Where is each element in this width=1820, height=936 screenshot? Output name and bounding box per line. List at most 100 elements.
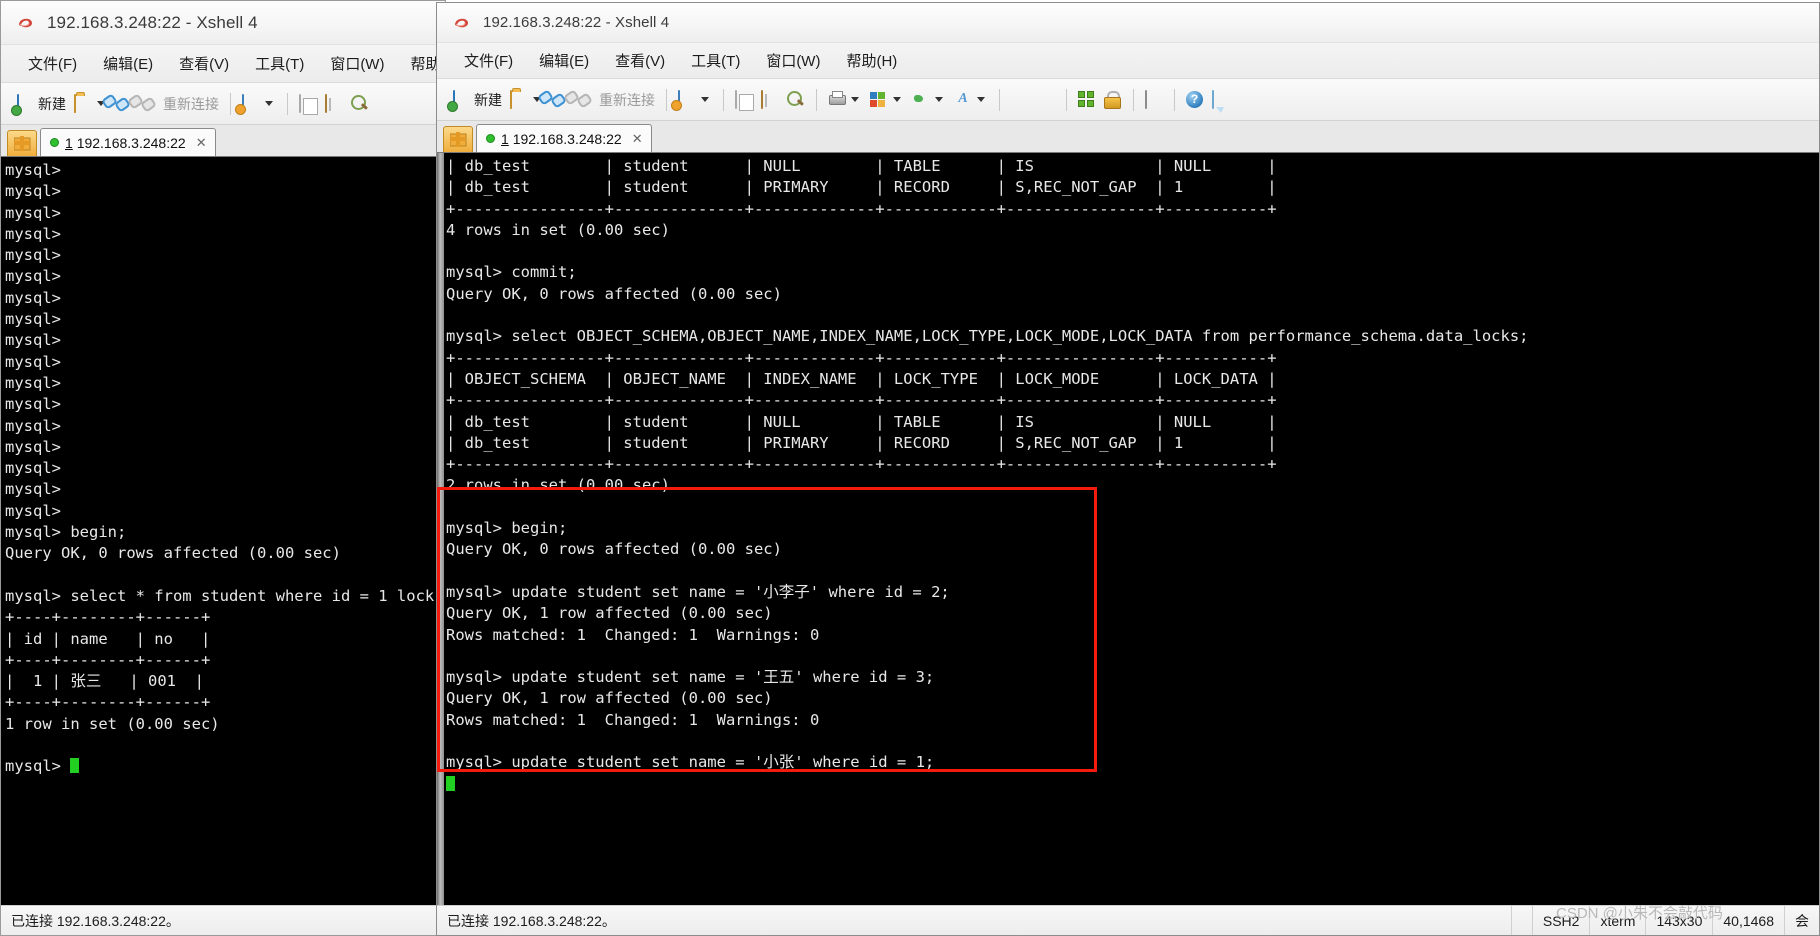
menu-help[interactable]: 帮助(H) — [833, 46, 910, 75]
menu-file[interactable]: 文件(F) — [451, 46, 526, 75]
toolbar-separator — [666, 88, 667, 111]
terminal-line: | db_test | student | NULL | TABLE | IS … — [446, 157, 1277, 175]
terminal-line: +----+--------+------+ — [5, 608, 211, 627]
menu-view[interactable]: 查看(V) — [602, 46, 678, 75]
terminal-line: 4 rows in set (0.00 sec) — [446, 220, 670, 239]
paste-icon — [761, 89, 779, 109]
terminal-line: mysql> — [5, 416, 61, 435]
tabstrip-back[interactable]: 1 192.168.3.248:22 ✕ — [1, 125, 445, 157]
chevron-down-icon[interactable] — [977, 97, 985, 102]
terminal-line: mysql> — [5, 310, 61, 329]
paste-button[interactable] — [757, 88, 783, 112]
menu-window[interactable]: 窗口(W) — [317, 49, 397, 78]
open-xshell-button[interactable] — [1007, 88, 1033, 112]
find-button[interactable] — [783, 88, 809, 112]
chevron-down-icon[interactable] — [893, 97, 901, 102]
terminal-line: Query OK, 0 rows affected (0.00 sec) — [446, 284, 782, 303]
copy-icon — [735, 89, 753, 109]
menu-edit[interactable]: 编辑(E) — [526, 46, 602, 75]
menu-view[interactable]: 查看(V) — [166, 49, 242, 78]
new-tab-button[interactable] — [7, 130, 37, 156]
lock-session-button[interactable] — [1100, 88, 1126, 112]
reconnect-label: 重新连接 — [599, 91, 655, 108]
terminal-line: mysql> — [5, 437, 61, 456]
session-tab-front[interactable]: 1 192.168.3.248:22 ✕ — [476, 124, 652, 152]
open-xftp-button[interactable] — [1033, 88, 1059, 112]
help-button[interactable]: ? — [1182, 88, 1208, 112]
chevron-down-icon[interactable] — [265, 101, 273, 106]
reconnect-button[interactable]: 重新连接 — [574, 87, 659, 113]
terminal-line: mysql> — [5, 373, 61, 392]
close-icon[interactable]: ✕ — [196, 135, 207, 151]
terminal-line: | db_test | student | PRIMARY | RECORD |… — [446, 433, 1277, 452]
connection-status-front: 已连接 192.168.3.248:22。 — [447, 912, 616, 929]
terminal-line: mysql> — [5, 203, 61, 222]
new-session-button[interactable]: 新建 — [13, 91, 70, 117]
terminal-line: +----------------+--------------+-------… — [446, 391, 1277, 410]
terminal-line: +----------------+--------------+-------… — [446, 348, 1277, 367]
terminal-front[interactable]: | db_test | student | NULL | TABLE | IS … — [437, 153, 1819, 905]
terminal-line: mysql> update student set name = '小李子' w… — [446, 582, 950, 601]
terminal-line: mysql> — [5, 480, 61, 499]
find-button[interactable] — [347, 92, 373, 116]
font-icon: A — [958, 90, 968, 106]
terminal-line: Rows matched: 1 Changed: 1 Warnings: 0 — [446, 625, 820, 644]
menu-file[interactable]: 文件(F) — [15, 49, 90, 78]
close-icon[interactable]: ✕ — [632, 131, 643, 147]
menubar-front[interactable]: 文件(F) 编辑(E) 查看(V) 工具(T) 窗口(W) 帮助(H) — [437, 43, 1819, 79]
properties-button[interactable] — [674, 88, 716, 112]
terminal-line: mysql> — [5, 182, 61, 201]
chevron-down-icon[interactable] — [935, 97, 943, 102]
xshell-window-back[interactable]: 192.168.3.248:22 - Xshell 4 文件(F) 编辑(E) … — [0, 0, 446, 936]
toolbar-back[interactable]: 新建 重新连接 — [1, 83, 445, 125]
terminal-line: Query OK, 1 row affected (0.00 sec) — [446, 689, 773, 708]
print-button[interactable] — [824, 88, 866, 112]
terminal-line: mysql> — [5, 459, 61, 478]
compose-bar-button[interactable] — [1141, 88, 1167, 112]
menu-window[interactable]: 窗口(W) — [753, 46, 833, 75]
copy-button[interactable] — [731, 88, 757, 112]
font-button[interactable]: A — [950, 88, 992, 112]
toolbar-separator — [816, 88, 817, 111]
window-title-front: 192.168.3.248:22 - Xshell 4 — [483, 14, 670, 31]
menu-tools[interactable]: 工具(T) — [242, 49, 317, 78]
new-session-button[interactable]: 新建 — [449, 87, 506, 113]
session-tab-back[interactable]: 1 192.168.3.248:22 ✕ — [40, 128, 216, 156]
terminal-line: +----------------+--------------+-------… — [446, 199, 1277, 218]
arrange-windows-button[interactable] — [1074, 88, 1100, 112]
terminal-line: +----------------+--------------+-------… — [446, 455, 1277, 474]
terminal-line: mysql> — [5, 395, 61, 414]
xshell-window-front[interactable]: 192.168.3.248:22 - Xshell 4 文件(F) 编辑(E) … — [436, 2, 1820, 936]
terminal-cursor — [70, 758, 80, 774]
help-circle-icon: ? — [1186, 90, 1204, 109]
color-scheme-button[interactable] — [866, 88, 908, 112]
terminal-line: mysql> — [5, 501, 61, 520]
xshell-logo-icon — [451, 12, 473, 34]
menubar-back[interactable]: 文件(F) 编辑(E) 查看(V) 工具(T) 窗口(W) 帮助(H) — [1, 45, 445, 83]
menu-edit[interactable]: 编辑(E) — [90, 49, 166, 78]
new-tab-button[interactable] — [443, 126, 473, 152]
encoding-button[interactable] — [908, 88, 950, 112]
window-title-back: 192.168.3.248:22 - Xshell 4 — [47, 12, 258, 32]
terminal-line: mysql> — [5, 288, 61, 307]
reconnect-button[interactable]: 重新连接 — [138, 91, 223, 117]
globe-icon — [912, 91, 930, 109]
chevron-down-icon[interactable] — [701, 97, 709, 102]
chevron-down-icon[interactable] — [851, 97, 859, 102]
copy-button[interactable] — [295, 92, 321, 116]
tabstrip-front[interactable]: 1 192.168.3.248:22 ✕ — [437, 121, 1819, 153]
toolbar-separator — [230, 92, 231, 115]
terminal-line: mysql> — [5, 161, 61, 179]
feedback-button[interactable] — [1208, 88, 1234, 112]
properties-button[interactable] — [238, 92, 280, 116]
toolbar-front[interactable]: 新建 重新连接 A ? — [437, 79, 1819, 121]
titlebar-front[interactable]: 192.168.3.248:22 - Xshell 4 — [437, 3, 1819, 43]
terminal-back[interactable]: mysql> mysql> mysql> mysql> mysql> mysql> mysq… — [1, 157, 445, 905]
properties-icon — [242, 93, 260, 113]
paste-button[interactable] — [321, 92, 347, 116]
titlebar-back[interactable]: 192.168.3.248:22 - Xshell 4 — [1, 1, 445, 45]
menu-tools[interactable]: 工具(T) — [678, 46, 753, 75]
